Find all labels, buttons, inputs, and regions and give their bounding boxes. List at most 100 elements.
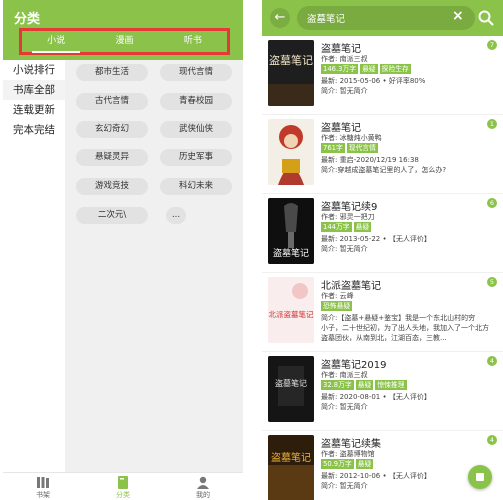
tag: 32.8万字	[321, 380, 354, 390]
search-input-value: 盗墓笔记	[307, 14, 346, 25]
book-cover-title: 盗墓笔记	[275, 378, 307, 388]
book-intro-line-1: 简介:【盗墓+悬疑+鉴宝】我是一个东北山村的穷	[321, 314, 476, 322]
book-latest: 最新: 重启-2020/12/19 16:38	[321, 156, 419, 164]
book-intro: 小子，二十世纪初，为了出人头地，我加入了一个北方盗墓团伙，从南到北，江湖百态，三…	[321, 324, 489, 342]
book-tags: 144万字 悬疑	[321, 222, 372, 232]
tag: 50.9万字	[321, 459, 354, 469]
count-badge: 6	[487, 198, 497, 208]
tag: 悬疑	[353, 222, 372, 232]
book-result-item[interactable]: 盗墓笔记 作者: 冰糖炖小黄鸭 761字 现代言情 最新: 重启-2020/12…	[262, 115, 503, 194]
clear-icon[interactable]: ×	[452, 8, 464, 24]
profile-icon	[197, 476, 209, 489]
book-cover-title: 盗墓笔记	[271, 451, 311, 464]
nav-profile[interactable]: 我的	[163, 473, 243, 500]
back-arrow-icon[interactable]: ←	[270, 8, 290, 28]
book-result-item[interactable]: 盗墓笔记 盗墓笔记2019 作者: 南派三叔 32.8万字 悬疑 惊悚推理 最新…	[262, 352, 503, 431]
book-author: 作者: 南派三叔	[321, 55, 368, 63]
book-result-item[interactable]: 盗墓笔记 盗墓笔记续集 作者: 盗墓博物馆 50.9万字 悬疑 最新: 2012…	[262, 431, 503, 500]
book-cover: 盗墓笔记	[268, 356, 314, 422]
tag: 761字	[321, 143, 345, 153]
book-cover: 北派盗墓笔记	[268, 277, 314, 343]
tag: 探险生存	[379, 64, 411, 74]
more-chip[interactable]: ...	[166, 207, 186, 224]
count-badge: 4	[487, 435, 497, 445]
search-input[interactable]: 盗墓笔记 ×	[297, 6, 475, 30]
genre-chip[interactable]: 科幻未来	[160, 178, 232, 195]
book-cover-art: 盗墓笔记	[268, 40, 314, 106]
genre-chip[interactable]: 二次元\	[76, 207, 148, 224]
genre-chip-panel: 都市生活 现代言情 古代言情 青春校园 玄幻奇幻 武侠仙侠 悬疑灵异 历史军事 …	[65, 60, 243, 472]
tab-comic[interactable]: 漫画	[90, 31, 158, 52]
tab-novel[interactable]: 小说	[22, 31, 90, 53]
genre-chip[interactable]: 现代言情	[160, 64, 232, 81]
book-latest: 最新: 2020-08-01 • 【无人评价】	[321, 393, 431, 401]
book-title: 盗墓笔记	[321, 44, 361, 55]
category-app-bar: 分类 小说 漫画 听书	[3, 0, 243, 60]
book-result-item[interactable]: 北派盗墓笔记 北派盗墓笔记 作者: 云峰 恐怖悬疑 简介:【盗墓+悬疑+鉴宝】我…	[262, 273, 503, 352]
book-intro: 简介:穿越成盗墓笔记里的人了，怎么办?	[321, 166, 447, 174]
genre-chip[interactable]: 都市生活	[76, 64, 148, 81]
bookshelf-icon	[37, 477, 49, 488]
sidebar-item-library[interactable]: 书库全部	[3, 80, 65, 100]
book-cover-art: 盗墓笔记	[268, 356, 314, 422]
nav-category[interactable]: 分类	[83, 473, 163, 500]
category-screen: 分类 小说 漫画 听书 小说排行 书库全部 连载更新 完本完结 都市生活 现代言…	[3, 0, 243, 500]
search-app-bar: ← 盗墓笔记 ×	[262, 0, 503, 36]
book-intro: 简介: 暂无简介	[321, 482, 368, 490]
book-title: 盗墓笔记2019	[321, 360, 387, 371]
book-title: 盗墓笔记续9	[321, 202, 378, 213]
book-title: 盗墓笔记	[321, 123, 361, 134]
tag: 146.3万字	[321, 64, 359, 74]
screenshot-stage: 分类 小说 漫画 听书 小说排行 书库全部 连载更新 完本完结 都市生活 现代言…	[0, 0, 503, 500]
sidebar-item-ranking[interactable]: 小说排行	[3, 60, 65, 80]
book-latest: 最新: 2012-10-06 • 【无人评价】	[321, 472, 431, 480]
count-badge: 5	[487, 277, 497, 287]
genre-chip[interactable]: 玄幻奇幻	[76, 121, 148, 138]
book-title: 盗墓笔记续集	[321, 439, 381, 450]
genre-chip[interactable]: 游戏竞技	[76, 178, 148, 195]
book-author: 作者: 邪灵一把刀	[321, 213, 375, 221]
bottom-nav: 书架 分类 我的	[3, 472, 243, 500]
book-latest: 最新: 2015-05-06 • 好评率80%	[321, 77, 426, 85]
genre-chip[interactable]: 历史军事	[160, 149, 232, 166]
nav-bookshelf[interactable]: 书架	[3, 473, 83, 500]
book-title: 北派盗墓笔记	[321, 281, 381, 292]
book-tags: 761字 现代言情	[321, 143, 378, 153]
book-cover-art: 北派盗墓笔记	[268, 277, 314, 343]
book-author: 作者: 南派三叔	[321, 371, 368, 379]
sidebar-item-finished[interactable]: 完本完结	[3, 120, 65, 140]
page-title: 分类	[14, 12, 41, 27]
stop-fab-button[interactable]	[468, 465, 492, 489]
book-latest: 最新: 2013-05-22 • 【无人评价】	[321, 235, 431, 243]
book-intro: 简介: 暂无简介	[321, 245, 368, 253]
category-tabs-highlight: 小说 漫画 听书	[19, 28, 230, 55]
book-cover: 盗墓笔记	[268, 40, 314, 106]
book-result-item[interactable]: 盗墓笔记 盗墓笔记 作者: 南派三叔 146.3万字 悬疑 探险生存 最新: 2…	[262, 36, 503, 115]
tag: 现代言情	[346, 143, 378, 153]
nav-label: 分类	[116, 491, 130, 499]
book-intro: 简介: 暂无简介	[321, 87, 368, 95]
category-icon	[118, 476, 128, 489]
book-cover-title: 盗墓笔记	[269, 53, 313, 67]
book-cover: 盗墓笔记	[268, 435, 314, 500]
book-cover-title: 北派盗墓笔记	[269, 309, 314, 319]
sidebar-item-serial[interactable]: 连载更新	[3, 100, 65, 120]
tag: 悬疑	[360, 64, 378, 74]
nav-label: 书架	[36, 491, 50, 499]
nav-label: 我的	[196, 491, 210, 499]
genre-chip[interactable]: 悬疑灵异	[76, 149, 148, 166]
book-tags: 32.8万字 悬疑 惊悚推理	[321, 380, 407, 390]
genre-chip[interactable]: 武侠仙侠	[160, 121, 232, 138]
book-author: 作者: 盗墓博物馆	[321, 450, 375, 458]
book-intro: 简介: 暂无简介	[321, 403, 368, 411]
count-badge: 4	[487, 356, 497, 366]
genre-chip[interactable]: 古代言情	[76, 93, 148, 110]
book-cover-title: 盗墓笔记	[273, 247, 309, 259]
search-icon[interactable]	[477, 9, 495, 27]
book-result-item[interactable]: 盗墓笔记 盗墓笔记续9 作者: 邪灵一把刀 144万字 悬疑 最新: 2013-…	[262, 194, 503, 273]
search-results-screen: ← 盗墓笔记 × 盗墓笔记 盗墓笔记 作者: 南派三叔 146.3万字 悬疑 探…	[262, 0, 503, 500]
genre-chip[interactable]: 青春校园	[160, 93, 232, 110]
tab-audiobook[interactable]: 听书	[159, 31, 227, 52]
tag: 恐怖悬疑	[321, 301, 353, 311]
book-cover: 盗墓笔记	[268, 198, 314, 264]
